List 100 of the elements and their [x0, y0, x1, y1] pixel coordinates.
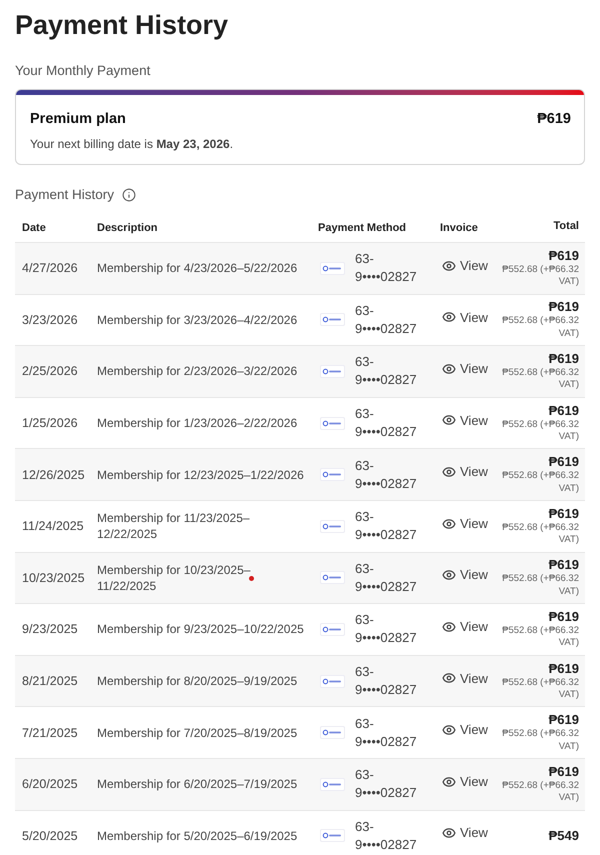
column-header: Total: [554, 219, 579, 234]
total-breakdown: ₱552.68 (+₱66.32 VAT): [501, 573, 579, 598]
eye-icon: [442, 310, 456, 324]
date-text: 12/26/2025: [22, 468, 85, 482]
total-amount: ₱619: [548, 764, 579, 780]
view-link[interactable]: View: [442, 359, 488, 379]
view-link[interactable]: View: [442, 772, 488, 792]
section-heading: Your Monthly Payment: [15, 62, 150, 80]
payment-logo-icon: [320, 262, 345, 275]
column-header: Description: [97, 222, 158, 234]
eye-icon: [442, 465, 456, 480]
payment-logo-icon: [320, 571, 345, 584]
total-breakdown: ₱552.68 (+₱66.32 VAT): [501, 728, 579, 754]
total-amount: ₱619: [548, 299, 579, 316]
view-link[interactable]: View: [442, 823, 488, 843]
payment-logo-icon: [320, 829, 345, 842]
account-number: 63-9••••02827: [355, 302, 418, 338]
view-link[interactable]: View: [442, 514, 488, 534]
date-text: 5/20/2025: [22, 828, 78, 843]
eye-icon: [442, 671, 456, 686]
total-amount: ₱619: [548, 248, 579, 264]
description-text: Membership for 11/23/2025–12/22/2025: [97, 510, 251, 542]
payment-logo-icon: [320, 674, 345, 688]
view-link[interactable]: View: [442, 720, 488, 740]
view-link[interactable]: View: [442, 668, 488, 688]
total-amount: ₱619: [548, 454, 579, 470]
view-link[interactable]: View: [442, 256, 488, 276]
page-title: Payment History: [15, 9, 228, 41]
date-text: 1/25/2026: [22, 416, 78, 430]
column-header: Invoice: [440, 222, 478, 234]
billing-note: Your next billing date is May 23, 2026.: [30, 136, 234, 152]
payment-logo-icon: [320, 520, 345, 533]
description-text: Membership for 6/20/2025–7/19/2025: [97, 776, 298, 792]
total-amount: ₱549: [548, 828, 579, 844]
view-link[interactable]: View: [442, 308, 488, 328]
date-text: 3/23/2026: [22, 312, 78, 327]
date-text: 10/23/2025: [22, 570, 85, 585]
date-text: 4/27/2026: [22, 261, 78, 276]
account-number: 63-9••••02827: [355, 663, 418, 700]
total-amount: ₱619: [548, 506, 579, 522]
eye-icon: [442, 413, 456, 428]
account-number: 63-9••••02827: [355, 250, 418, 286]
account-number: 63-9••••02827: [355, 508, 418, 544]
plan-price: ₱619: [537, 110, 571, 130]
account-number: 63-9••••02827: [355, 611, 418, 648]
column-header: Payment Method: [318, 222, 406, 234]
total-amount: ₱619: [548, 557, 579, 574]
description-text: Membership for 4/23/2026–5/22/2026: [97, 260, 298, 276]
description-text: Membership for 9/23/2025–10/22/2025: [97, 621, 304, 638]
eye-icon: [442, 723, 456, 738]
account-number: 63-9••••02827: [355, 456, 418, 493]
description-text: Membership for 12/23/2025–1/22/2026: [97, 466, 304, 483]
account-number: 63-9••••02827: [355, 560, 418, 596]
account-number: 63-9••••02827: [355, 766, 418, 802]
total-breakdown: ₱552.68 (+₱66.32 VAT): [501, 264, 579, 289]
view-link[interactable]: View: [442, 462, 488, 482]
date-text: 8/21/2025: [22, 674, 78, 688]
eye-icon: [442, 568, 456, 582]
description-text: Membership for 8/20/2025–9/19/2025: [97, 673, 298, 690]
total-breakdown: ₱552.68 (+₱66.32 VAT): [501, 522, 579, 547]
description-text: Membership for 3/23/2026–4/22/2026: [97, 312, 298, 328]
account-number: 63-9••••02827: [355, 818, 418, 854]
date-text: 9/23/2025: [22, 622, 78, 636]
view-link[interactable]: View: [442, 565, 488, 585]
total-breakdown: ₱552.68 (+₱66.32 VAT): [501, 315, 579, 340]
description-text: Membership for 2/23/2026–3/22/2026: [97, 363, 298, 380]
date-text: 11/24/2025: [22, 519, 84, 534]
payment-logo-icon: [320, 726, 345, 740]
eye-icon: [442, 516, 456, 531]
description-text: Membership for 10/23/2025–11/22/2025: [97, 562, 252, 594]
date-text: 6/20/2025: [22, 777, 78, 792]
column-header: Date: [22, 222, 46, 234]
account-number: 63-9••••02827: [355, 405, 418, 442]
total-breakdown: ₱552.68 (+₱66.32 VAT): [501, 418, 579, 444]
view-link[interactable]: View: [442, 617, 488, 637]
payment-logo-icon: [320, 416, 345, 430]
info-icon[interactable]: [122, 188, 136, 202]
account-number: 63-9••••02827: [355, 714, 418, 751]
payment-logo-icon: [320, 313, 345, 326]
total-amount: ₱619: [548, 350, 579, 367]
view-link[interactable]: View: [442, 410, 488, 430]
plan-name: Premium plan: [30, 110, 126, 130]
total-breakdown: ₱552.68 (+₱66.32 VAT): [501, 624, 579, 650]
account-number: 63-9••••02827: [355, 353, 418, 390]
eye-icon: [442, 774, 456, 789]
payment-logo-icon: [320, 778, 345, 791]
eye-icon: [442, 826, 456, 840]
description-text: Membership for 7/20/2025–8/19/2025: [97, 724, 298, 741]
section-heading: Payment History: [15, 186, 114, 204]
total-breakdown: ₱552.68 (+₱66.32 VAT): [501, 676, 579, 702]
total-amount: ₱619: [548, 402, 579, 419]
date-text: 7/21/2025: [22, 726, 78, 740]
payment-logo-icon: [320, 364, 345, 378]
total-amount: ₱619: [548, 712, 579, 728]
total-amount: ₱619: [548, 608, 579, 625]
payment-logo-icon: [320, 468, 345, 482]
payment-logo-icon: [320, 622, 345, 636]
eye-icon: [442, 258, 456, 273]
total-breakdown: ₱552.68 (+₱66.32 VAT): [501, 780, 579, 805]
eye-icon: [442, 620, 456, 634]
